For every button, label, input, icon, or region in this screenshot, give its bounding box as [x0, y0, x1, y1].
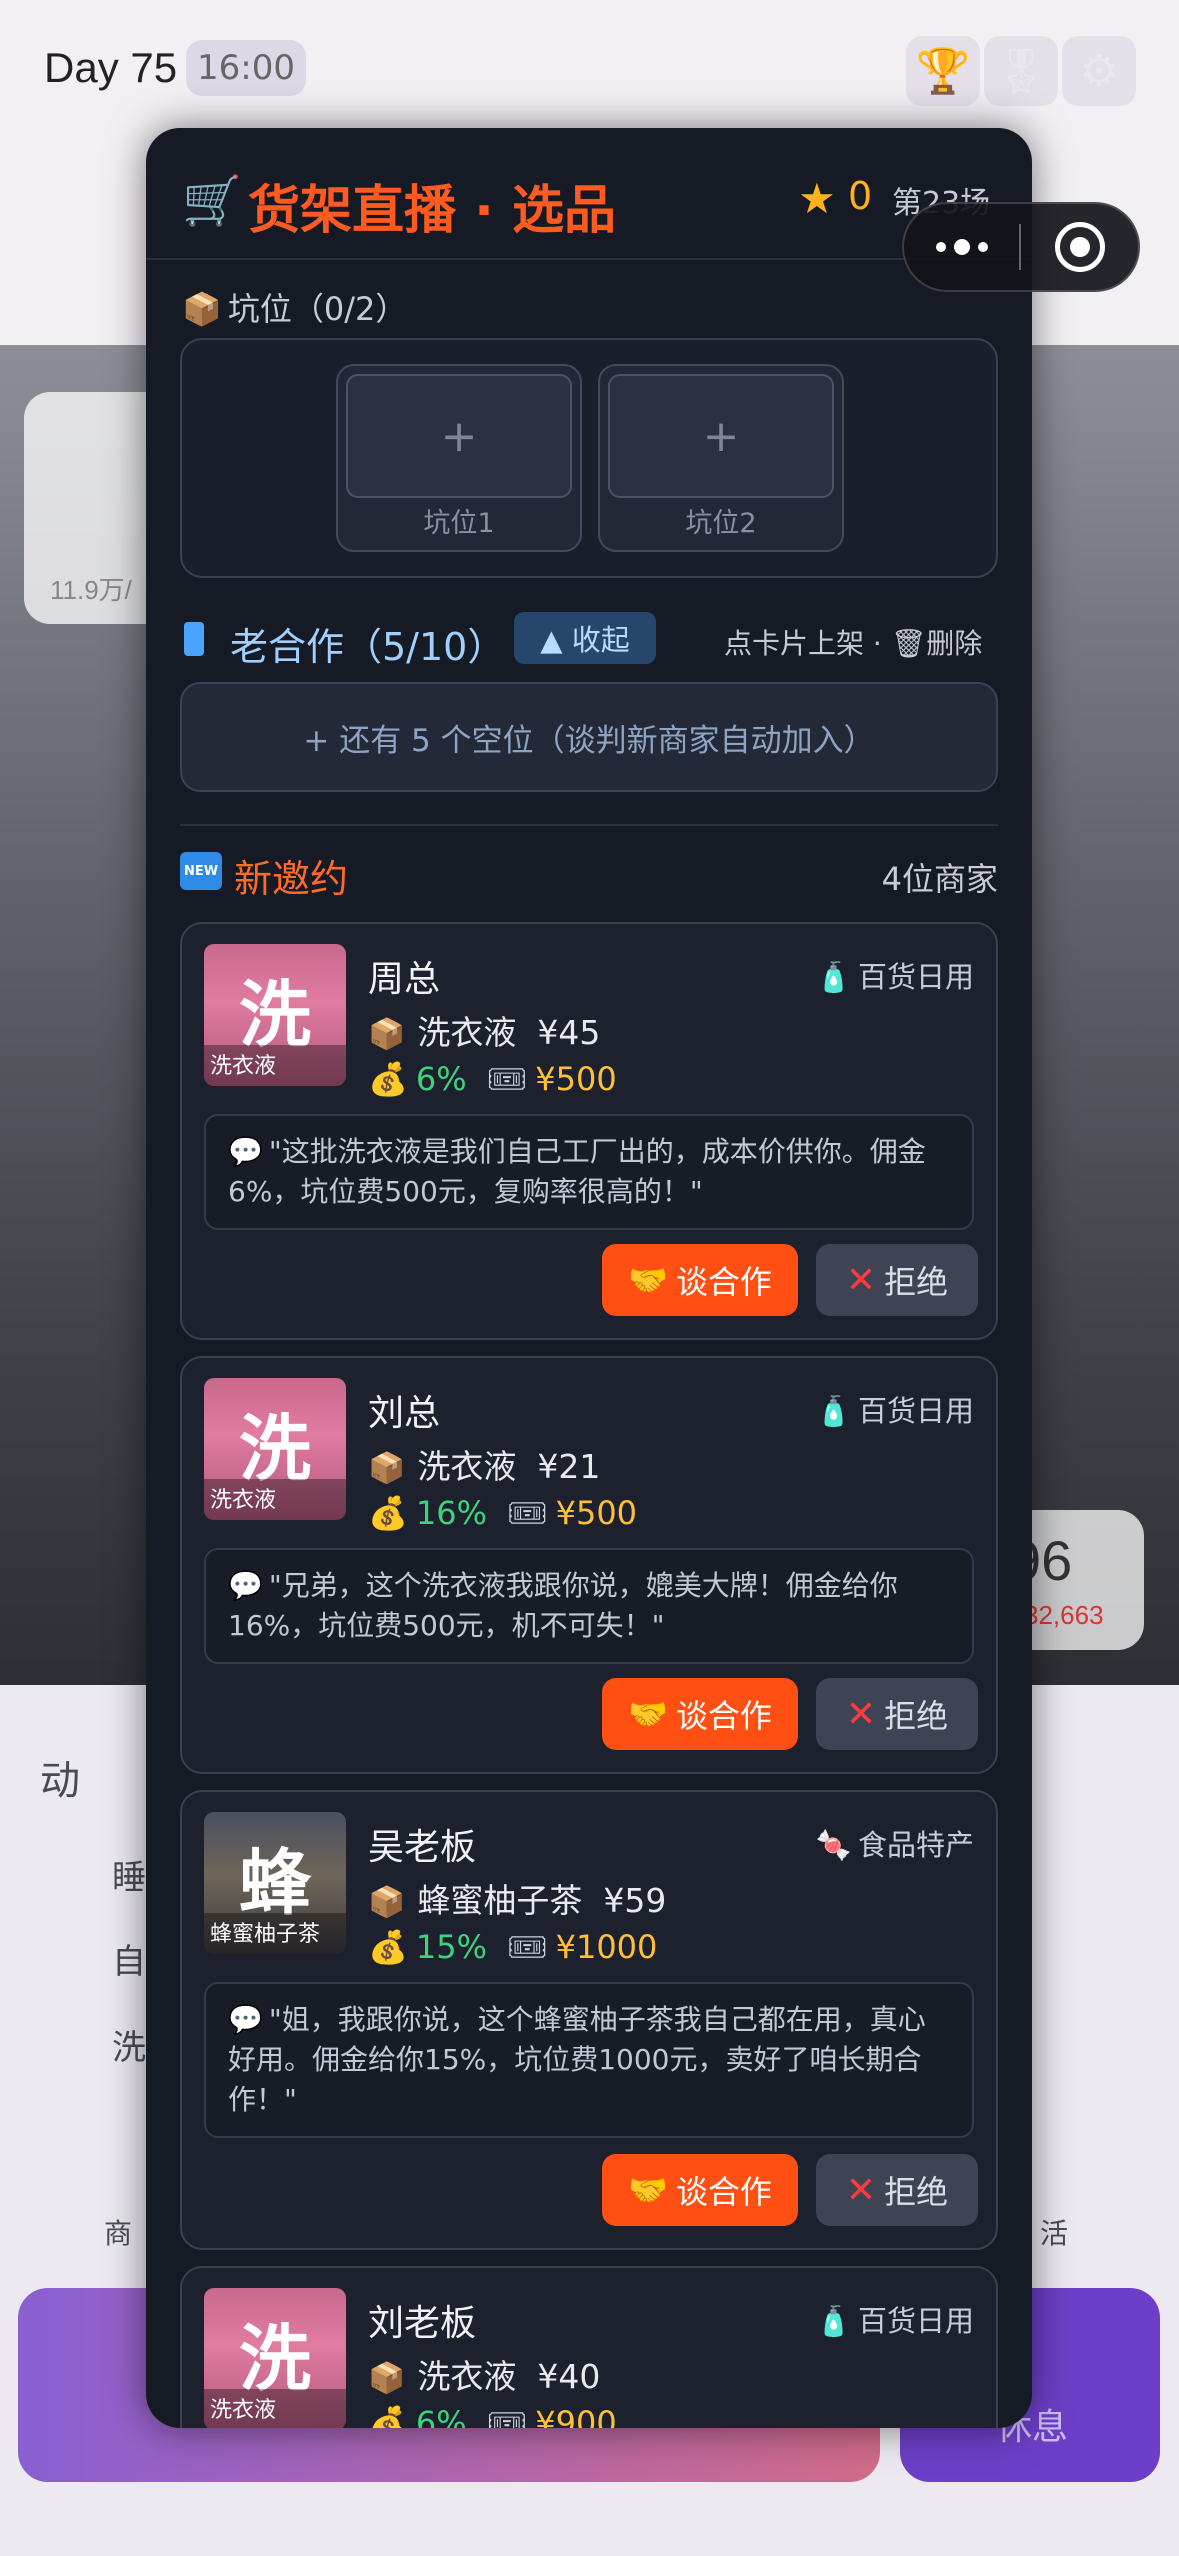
new-invites-title: 新邀约: [234, 857, 349, 901]
star-score: 0: [848, 174, 873, 218]
handshake-icon: 🤝: [628, 1695, 668, 1733]
handshake-icon: 🤝: [628, 1261, 668, 1299]
slot-1[interactable]: + 坑位1: [336, 364, 582, 552]
bottom-left-caption: 商: [104, 2218, 133, 2249]
speech-bubble-icon: 💬: [228, 1135, 263, 1168]
product-thumbnail: 洗 洗衣液: [204, 1378, 346, 1520]
trophy-icon[interactable]: 🏆: [906, 36, 980, 106]
category-icon: 🧴: [815, 2304, 852, 2338]
candy-icon: 🍬: [815, 1828, 852, 1862]
dynamics-label: 动: [40, 1759, 80, 1803]
star-icon: ★: [798, 174, 836, 223]
handshake-icon: 🤝: [628, 2171, 668, 2209]
reject-button[interactable]: ✕ 拒绝: [816, 1244, 978, 1316]
speech-bubble-icon: 💬: [228, 2003, 263, 2036]
product-thumbnail: 洗 洗衣液: [204, 944, 346, 1086]
modal-title: 货架直播 · 选品: [248, 181, 616, 241]
money-bag-icon: 💰: [368, 1494, 408, 1532]
new-badge-icon: NEW: [180, 852, 222, 890]
product-line: 📦 洗衣液 ¥45: [368, 1013, 601, 1052]
slot-panel: + 坑位1 + 坑位2: [180, 338, 998, 578]
money-bag-icon: 💰: [368, 2404, 408, 2428]
day-label: Day 75: [44, 44, 178, 91]
old-partners-title: 老合作（5/10）: [230, 625, 506, 669]
ticket-icon: 🎟: [506, 1494, 548, 1532]
lower-item-wash: 洗: [112, 2029, 146, 2067]
time-pill: 16:00: [186, 40, 306, 96]
close-icon: ✕: [845, 2169, 877, 2211]
slot-2[interactable]: + 坑位2: [598, 364, 844, 552]
merchant-card[interactable]: 洗 洗衣液 刘老板 🧴 百货日用 📦 洗衣液 ¥40 💰 6% 🎟 ¥900: [180, 2266, 998, 2428]
box-icon: 📦: [368, 1451, 406, 1486]
section-divider: [180, 824, 998, 826]
category-icon: 🧴: [815, 960, 852, 994]
box-icon: 📦: [368, 1885, 406, 1920]
deal-terms: 💰 15% 🎟 ¥1000: [368, 1928, 658, 1966]
box-icon: 📦: [182, 290, 222, 328]
merchant-category: 🧴 百货日用: [815, 1394, 974, 1428]
add-slot-2-plus[interactable]: +: [608, 374, 834, 498]
deal-terms: 💰 16% 🎟 ¥500: [368, 1494, 638, 1532]
empty-partner-slots[interactable]: + 还有 5 个空位（谈判新商家自动加入）: [180, 682, 998, 792]
slot-2-label: 坑位2: [685, 508, 757, 539]
product-thumbnail: 洗 洗衣液: [204, 2288, 346, 2428]
settings-gear-icon[interactable]: ⚙: [1062, 36, 1136, 106]
collapse-button[interactable]: ▲ 收起: [514, 612, 656, 664]
reject-button[interactable]: ✕ 拒绝: [816, 1678, 978, 1750]
shelf-live-selection-modal: 🛒 货架直播 · 选品 ★ 0 第23场 📦坑位（0/2） + 坑位1 + 坑位…: [146, 128, 1032, 2428]
cart-icon: 🛒: [182, 173, 242, 229]
add-slot-1-plus[interactable]: +: [346, 374, 572, 498]
close-miniprogram-icon[interactable]: [1021, 222, 1138, 272]
bottom-right-caption: 活: [1040, 2218, 1069, 2249]
stat-number-red: 32,663: [1024, 1600, 1104, 1630]
speech-bubble-icon: 💬: [228, 1569, 263, 1602]
modal-header: 🛒 货架直播 · 选品 ★ 0 第23场: [146, 128, 1032, 260]
negotiate-button[interactable]: 🤝 谈合作: [602, 1244, 798, 1316]
merchant-quote: 💬 "兄弟，这个洗衣液我跟你说，媲美大牌！佣金给你16%，坑位费500元，机不可失…: [204, 1548, 974, 1664]
medal-icon[interactable]: 🎖: [984, 36, 1058, 106]
mini-program-capsule: [902, 202, 1140, 292]
lower-item-sleep: 睡: [112, 1859, 146, 1897]
old-partners-hint: 点卡片上架 · 🗑删除: [724, 627, 983, 660]
merchant-name: 刘总: [368, 1393, 441, 1434]
product-thumbnail: 蜂 蜂蜜柚子茶: [204, 1812, 346, 1954]
merchant-quote: 💬 "这批洗衣液是我们自己工厂出的，成本价供你。佣金6%，坑位费500元，复购率很…: [204, 1114, 974, 1230]
slot-1-label: 坑位1: [423, 508, 495, 539]
ticket-icon: 🎟: [506, 1928, 548, 1966]
merchant-category: 🧴 百货日用: [815, 960, 974, 994]
merchant-category: 🧴 百货日用: [815, 2304, 974, 2338]
deal-terms: 💰 6% 🎟 ¥900: [368, 2404, 617, 2428]
merchant-card[interactable]: 蜂 蜂蜜柚子茶 吴老板 🍬 食品特产 📦 蜂蜜柚子茶 ¥59 💰 15% 🎟 ¥1000 …: [180, 1790, 998, 2250]
negotiate-button[interactable]: 🤝 谈合作: [602, 2154, 798, 2226]
box-icon: 📦: [368, 2361, 406, 2396]
merchant-name: 吴老板: [368, 1827, 477, 1868]
merchant-count: 4位商家: [881, 860, 998, 898]
category-icon: 🧴: [815, 1394, 852, 1428]
merchant-quote: 💬 "姐，我跟你说，这个蜂蜜柚子茶我自己都在用，真心好用。佣金给你15%，坑位费1…: [204, 1982, 974, 2138]
reject-button[interactable]: ✕ 拒绝: [816, 2154, 978, 2226]
product-line: 📦 洗衣液 ¥40: [368, 2357, 601, 2396]
close-icon: ✕: [845, 1693, 877, 1735]
product-line: 📦 洗衣液 ¥21: [368, 1447, 601, 1486]
close-icon: ✕: [845, 1259, 877, 1301]
merchant-name: 刘老板: [368, 2303, 477, 2344]
money-bag-icon: 💰: [368, 1060, 408, 1098]
money-bag-icon: 💰: [368, 1928, 408, 1966]
follower-text: 11.9万/: [50, 575, 132, 605]
ticket-icon: 🎟: [486, 1060, 528, 1098]
deal-terms: 💰 6% 🎟 ¥500: [368, 1060, 617, 1098]
product-line: 📦 蜂蜜柚子茶 ¥59: [368, 1881, 667, 1920]
merchant-card[interactable]: 洗 洗衣液 周总 🧴 百货日用 📦 洗衣液 ¥45 💰 6% 🎟 ¥500 💬 "这批洗衣液…: [180, 922, 998, 1340]
merchant-card[interactable]: 洗 洗衣液 刘总 🧴 百货日用 📦 洗衣液 ¥21 💰 16% 🎟 ¥500 💬 "兄弟，这…: [180, 1356, 998, 1774]
more-menu-icon[interactable]: [904, 239, 1019, 255]
phone-icon: [184, 622, 204, 656]
negotiate-button[interactable]: 🤝 谈合作: [602, 1678, 798, 1750]
lower-item-auto: 自: [112, 1943, 146, 1981]
merchant-category: 🍬 食品特产: [815, 1828, 974, 1862]
merchant-name: 周总: [368, 959, 441, 1000]
box-icon: 📦: [368, 1017, 406, 1052]
slots-heading: 📦 坑位（0/2）: [182, 290, 408, 328]
ticket-icon: 🎟: [486, 2404, 528, 2428]
